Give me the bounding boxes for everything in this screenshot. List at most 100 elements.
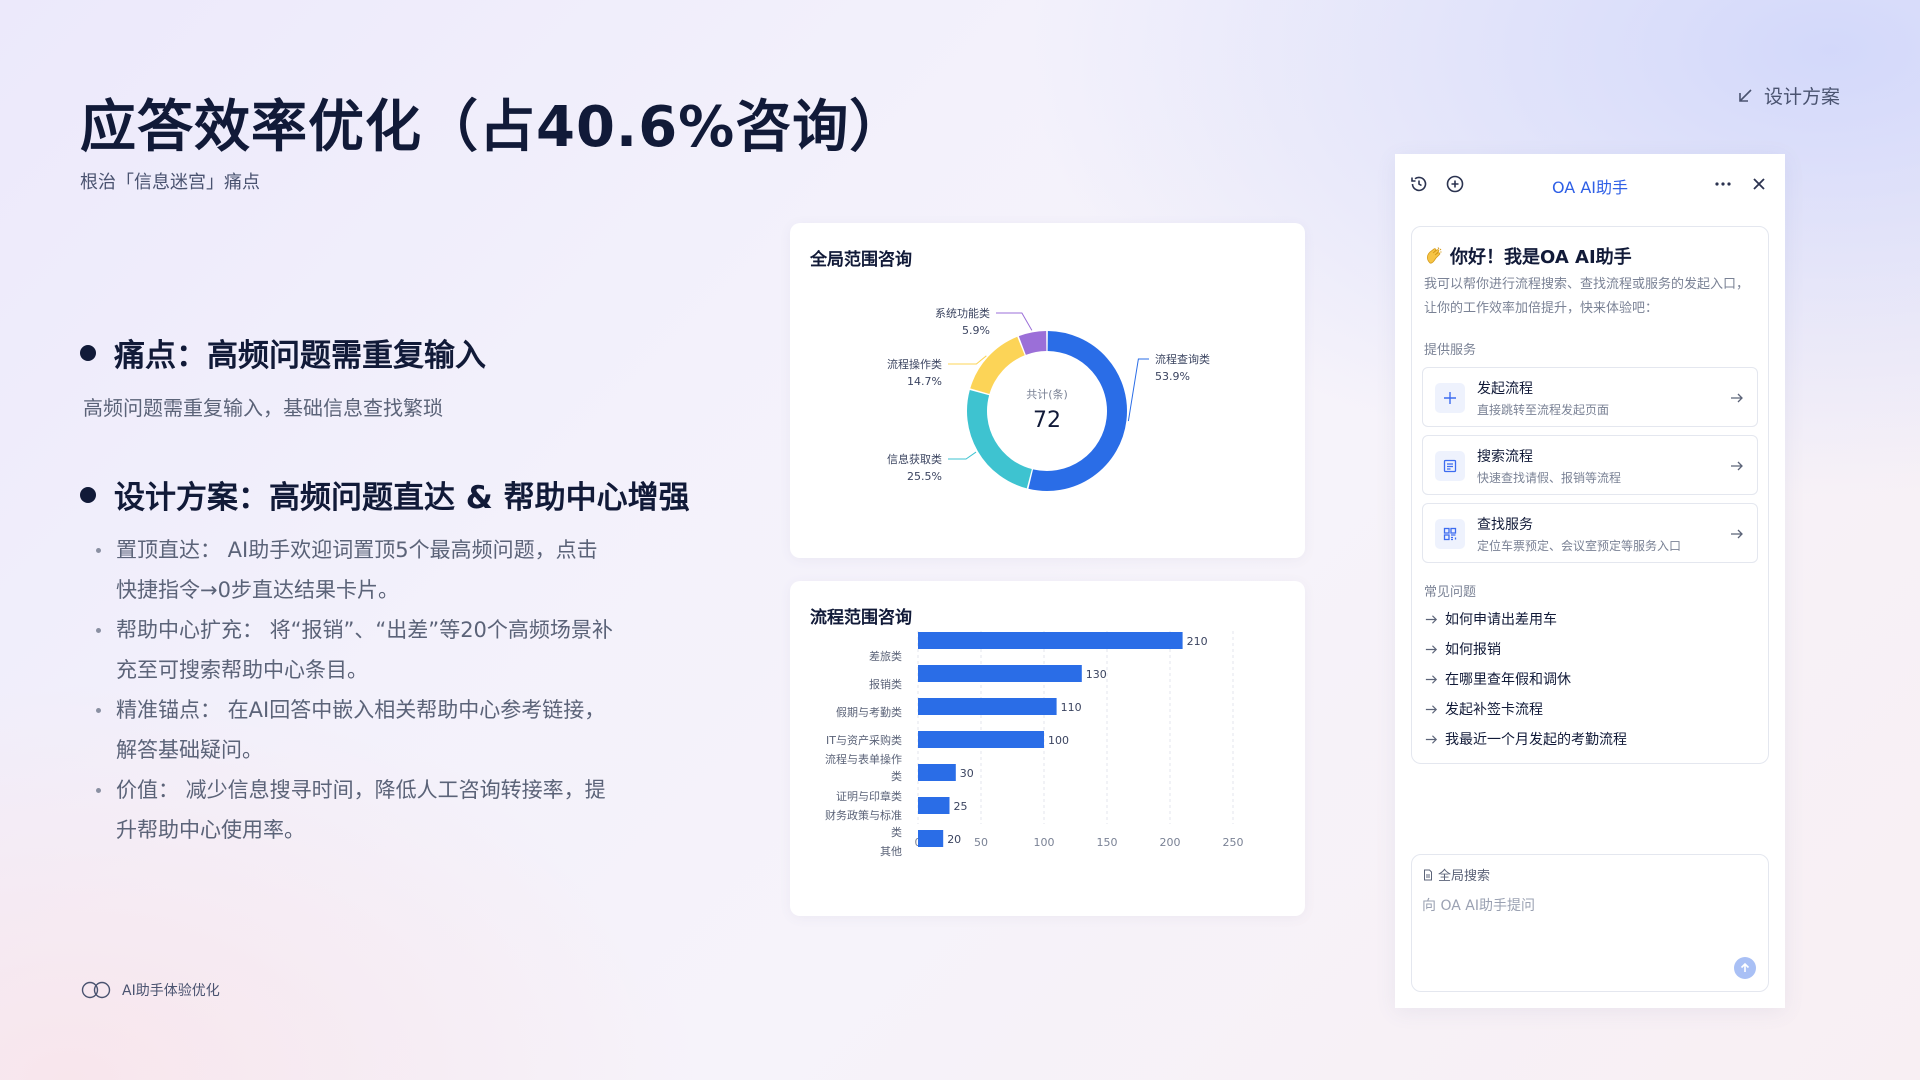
service-desc: 直接跳转至流程发起页面 xyxy=(1477,403,1610,417)
faq-text: 我最近一个月发起的考勤流程 xyxy=(1445,732,1627,748)
bar xyxy=(918,698,1057,715)
service-desc: 定位车票预定、会议室预定等服务入口 xyxy=(1477,539,1682,553)
arrow-right-icon xyxy=(1731,393,1743,403)
bar xyxy=(918,797,950,814)
bar-value-label: 130 xyxy=(1086,668,1107,681)
bullet-dot xyxy=(80,486,96,503)
faq-item[interactable]: 发起补签卡流程 xyxy=(1424,699,1543,719)
assistant-panel: OA AI助手 你好！我是OA AI助手 我可以帮你进行流程搜索、查找流程或服务… xyxy=(1395,154,1785,1008)
bar-x-tick-label: 50 xyxy=(974,836,988,849)
design-bullet-item: 置顶直达： AI助手欢迎词置顶5个最高频问题，点击快捷指令→0步直达结果卡片。 xyxy=(94,530,614,610)
faq-text: 如何报销 xyxy=(1445,642,1501,658)
service-name: 查找服务 xyxy=(1477,517,1533,533)
bar-category-label: 流程与表单操作类 xyxy=(825,752,902,783)
donut-leader-line xyxy=(948,355,987,365)
donut-center-value: 72 xyxy=(1033,408,1061,433)
donut-slice xyxy=(1018,331,1047,355)
design-bullet-item: 价值： 减少信息搜寻时间，降低人工咨询转接率，提升帮助中心使用率。 xyxy=(94,770,614,850)
rings-logo-icon xyxy=(81,981,111,999)
design-bullet-list: 置顶直达： AI助手欢迎词置顶5个最高频问题，点击快捷指令→0步直达结果卡片。 … xyxy=(94,530,614,850)
welcome-card: 你好！我是OA AI助手 我可以帮你进行流程搜索、查找流程或服务的发起入口，让你… xyxy=(1411,226,1769,764)
bar-x-tick-label: 250 xyxy=(1223,836,1244,849)
donut-leader-line xyxy=(1127,358,1149,422)
close-icon xyxy=(1753,178,1765,190)
design-heading-text: 设计方案：高频问题直达 & 帮助中心增强 xyxy=(114,480,690,516)
bar-category-label: 差旅类 xyxy=(869,649,902,663)
faq-item[interactable]: 如何报销 xyxy=(1424,639,1501,659)
bar xyxy=(918,830,944,847)
services-label: 提供服务 xyxy=(1424,343,1477,358)
global-consult-card: 全局范围咨询 流程查询类 53.9% 信息获取类 25.5% 流程操作类 14.7% 系统功… xyxy=(790,223,1305,558)
bar-value-label: 20 xyxy=(947,833,961,846)
welcome-intro: 我可以帮你进行流程搜索、查找流程或服务的发起入口，让你的工作效率加倍提升，快来体… xyxy=(1424,277,1750,316)
send-button[interactable] xyxy=(1734,957,1756,979)
arrow-down-left-icon xyxy=(1739,88,1752,102)
footer: AI助手体验优化 xyxy=(80,980,220,1000)
document-icon xyxy=(1435,451,1465,481)
design-link[interactable]: 设计方案 xyxy=(1736,82,1840,109)
question-input[interactable]: 全局搜索 向 OA AI助手提问 xyxy=(1411,854,1769,992)
arrow-right-icon xyxy=(1731,529,1743,539)
pain-heading-text: 痛点：高频问题需重复输入 xyxy=(114,338,486,374)
more-button[interactable] xyxy=(1713,174,1733,194)
design-heading: 设计方案：高频问题直达 & 帮助中心增强 xyxy=(80,472,690,517)
design-bullet-item: 帮助中心扩充： 将“报销”、“出差”等20个高频场景补充至可搜索帮助中心条目。 xyxy=(94,610,614,690)
bar-chart: 050100150200250210130110100302520差旅类报销类假… xyxy=(825,631,1244,858)
bar-x-tick-label: 200 xyxy=(1160,836,1181,849)
bar xyxy=(918,731,1044,748)
arrow-right-icon xyxy=(1425,674,1438,684)
faq-item[interactable]: 如何申请出差用车 xyxy=(1424,609,1557,629)
welcome-heading: 你好！我是OA AI助手 xyxy=(1424,243,1632,269)
donut-center-label: 共计(条) xyxy=(1026,387,1068,401)
close-button[interactable] xyxy=(1749,174,1769,194)
bar xyxy=(918,665,1082,682)
bar-x-tick-label: 100 xyxy=(1034,836,1055,849)
faq-label: 常见问题 xyxy=(1424,585,1477,600)
global-search-label: 全局搜索 xyxy=(1438,869,1491,884)
plus-icon xyxy=(1435,383,1465,413)
donut-slice-label: 信息获取类 xyxy=(887,452,942,466)
service-name: 发起流程 xyxy=(1477,381,1533,397)
pain-description: 高频问题需重复输入，基础信息查找繁琐 xyxy=(83,396,443,420)
donut-slice-label: 系统功能类 xyxy=(935,306,990,320)
global-search-tag[interactable]: 全局搜索 xyxy=(1422,865,1490,884)
faq-text: 发起补签卡流程 xyxy=(1445,702,1543,718)
bar-category-label: 报销类 xyxy=(869,677,902,691)
faq-item[interactable]: 我最近一个月发起的考勤流程 xyxy=(1424,729,1627,749)
faq-text: 如何申请出差用车 xyxy=(1445,612,1557,628)
service-desc: 快速查找请假、报销等流程 xyxy=(1477,471,1622,485)
page-title: 应答效率优化（占40.6%咨询） xyxy=(80,95,907,160)
bullet-dot xyxy=(80,344,96,361)
donut-slice xyxy=(967,389,1033,489)
bar-category-label: 财务政策与标准类 xyxy=(825,808,902,839)
page-subtitle: 根治「信息迷宫」痛点 xyxy=(80,172,260,193)
service-find-service[interactable]: 查找服务 定位车票预定、会议室预定等服务入口 xyxy=(1422,503,1758,563)
donut-slice-percent: 5.9% xyxy=(962,324,990,337)
bar-category-label: 假期与考勤类 xyxy=(836,705,902,719)
service-search-process[interactable]: 搜索流程 快速查找请假、报销等流程 xyxy=(1422,435,1758,495)
donut-slice xyxy=(970,336,1026,395)
donut-slice-label: 流程查询类 xyxy=(1155,352,1210,366)
design-link-label: 设计方案 xyxy=(1763,86,1840,108)
bar-x-tick-label: 150 xyxy=(1097,836,1118,849)
donut-slice-percent: 25.5% xyxy=(907,470,942,483)
bar-category-label: 证明与印章类 xyxy=(836,789,902,803)
bar-value-label: 210 xyxy=(1187,635,1208,648)
bar-value-label: 30 xyxy=(960,767,974,780)
faq-text: 在哪里查年假和调休 xyxy=(1445,672,1571,688)
bar-category-label: IT与资产采购类 xyxy=(826,733,902,747)
grid-icon xyxy=(1435,519,1465,549)
donut-slice-percent: 53.9% xyxy=(1155,370,1190,383)
bar-value-label: 25 xyxy=(954,800,968,813)
arrow-right-icon xyxy=(1425,734,1438,744)
bar xyxy=(918,764,956,781)
faq-item[interactable]: 在哪里查年假和调休 xyxy=(1424,669,1571,689)
donut-leader-line xyxy=(948,451,977,460)
welcome-greeting: 你好！我是OA AI助手 xyxy=(1450,247,1632,268)
arrow-right-icon xyxy=(1425,644,1438,654)
document-icon xyxy=(1424,869,1432,880)
donut-leader-line xyxy=(996,312,1033,331)
design-bullet-item: 精准锚点： 在AI回答中嵌入相关帮助中心参考链接，解答基础疑问。 xyxy=(94,690,614,770)
service-start-process[interactable]: 发起流程 直接跳转至流程发起页面 xyxy=(1422,367,1758,427)
process-consult-card: 流程范围咨询 050100150200250210130110100302520… xyxy=(790,581,1305,916)
